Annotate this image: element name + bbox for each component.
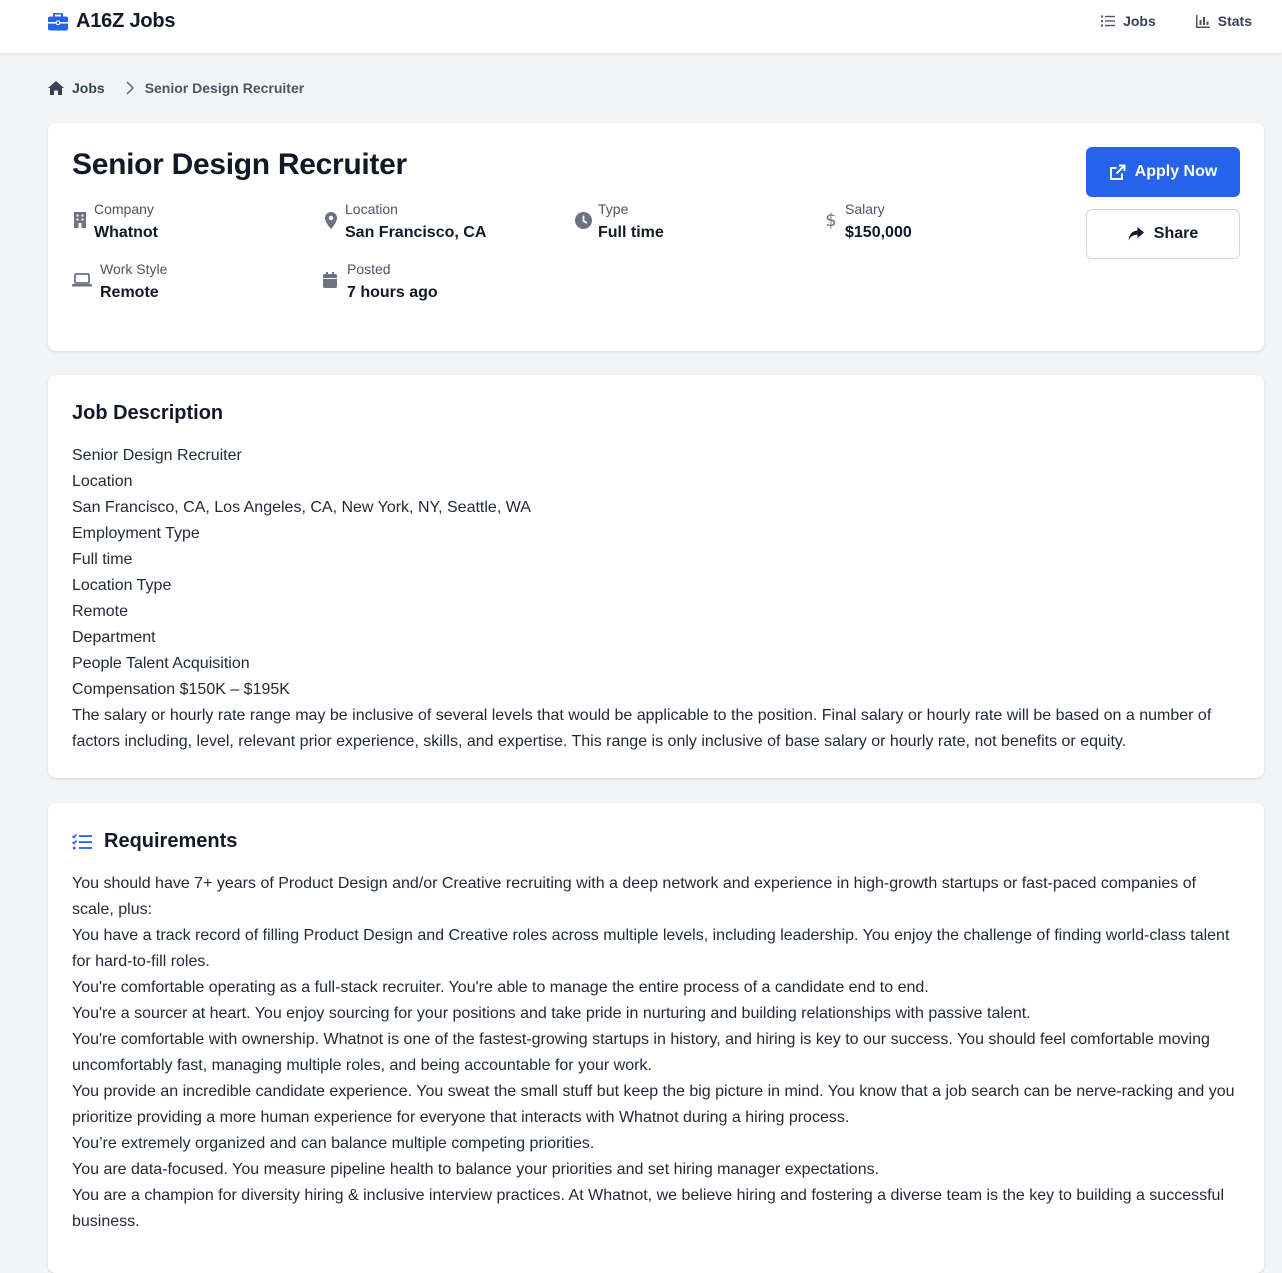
posted-label: Posted <box>347 261 391 277</box>
requirements-title-text: Requirements <box>104 830 238 852</box>
bar-chart-icon <box>1195 14 1210 28</box>
type-label: Type <box>598 201 629 217</box>
nav-stats-label: Stats <box>1217 13 1252 29</box>
description-line: Remote <box>72 603 129 620</box>
meta-salary: $ Salary $150,000 <box>825 201 912 243</box>
posted-value: 7 hours ago <box>347 284 438 301</box>
requirement-line: You are data-focused. You measure pipeli… <box>72 1161 880 1178</box>
breadcrumb-home-link[interactable]: Jobs <box>48 80 105 96</box>
building-icon <box>72 211 88 229</box>
breadcrumb-current: Senior Design Recruiter <box>144 80 305 96</box>
home-icon <box>48 80 64 96</box>
meta-company: Company Whatnot <box>72 201 158 243</box>
description-line: Compensation $150K – $195K <box>72 681 290 698</box>
meta-type: Type Full time <box>574 201 664 243</box>
requirement-line: You're a sourcer at heart. You enjoy sou… <box>72 1005 1031 1022</box>
top-navbar: A16Z Jobs Jobs Stats <box>0 0 1282 54</box>
description-line: Senior Design Recruiter <box>72 447 242 464</box>
map-pin-icon <box>323 211 339 229</box>
salary-label: Salary <box>845 201 885 217</box>
work-style-value: Remote <box>100 284 159 301</box>
share-icon <box>1128 225 1146 243</box>
briefcase-icon <box>48 12 68 32</box>
dollar-icon: $ <box>825 209 837 231</box>
location-label: Location <box>345 201 398 217</box>
salary-value: $150,000 <box>845 224 912 241</box>
breadcrumb: Jobs Senior Design Recruiter <box>48 80 304 96</box>
job-description-body: Senior Design Recruiter Location San Fra… <box>72 443 1242 755</box>
job-description-card: Job Description Senior Design Recruiter … <box>48 375 1264 778</box>
calendar-icon <box>323 271 337 289</box>
chevron-right-icon <box>125 80 141 96</box>
list-icon <box>1101 14 1116 28</box>
share-label: Share <box>1153 225 1199 242</box>
requirement-line: You provide an incredible candidate expe… <box>72 1083 1235 1126</box>
apply-now-label: Apply Now <box>1134 163 1218 180</box>
clock-icon <box>574 211 592 229</box>
requirement-line: You're comfortable with ownership. Whatn… <box>72 1031 1210 1074</box>
requirement-line: You’re extremely organized and can balan… <box>72 1135 595 1152</box>
laptop-icon <box>72 271 92 289</box>
brand-logo[interactable]: A16Z Jobs <box>48 10 176 33</box>
company-value: Whatnot <box>94 224 158 241</box>
meta-work-style: Work Style Remote <box>72 261 167 303</box>
nav-jobs-label: Jobs <box>1123 13 1156 29</box>
description-line: People Talent Acquisition <box>72 655 250 672</box>
nav-item-stats[interactable]: Stats <box>1195 13 1252 29</box>
job-description-title: Job Description <box>72 402 223 425</box>
requirements-body: You should have 7+ years of Product Desi… <box>72 871 1242 1235</box>
requirement-line: You are a champion for diversity hiring … <box>72 1187 1224 1230</box>
meta-location: Location San Francisco, CA <box>323 201 486 243</box>
company-label: Company <box>94 201 154 217</box>
requirements-title: Requirements <box>72 830 237 853</box>
description-line: Department <box>72 629 156 646</box>
job-description-title-text: Job Description <box>72 402 224 424</box>
job-title: Senior Design Recruiter <box>72 148 407 181</box>
top-nav: Jobs Stats <box>1061 13 1252 29</box>
requirement-line: You're comfortable operating as a full-s… <box>72 979 929 996</box>
description-line: San Francisco, CA, Los Angeles, CA, New … <box>72 499 531 516</box>
requirement-line: You should have 7+ years of Product Desi… <box>72 875 1197 918</box>
description-line: Full time <box>72 551 133 568</box>
description-line: The salary or hourly rate range may be i… <box>72 707 1212 750</box>
external-link-icon <box>1109 163 1127 181</box>
share-button[interactable]: Share <box>1086 209 1240 259</box>
type-value: Full time <box>598 224 664 241</box>
nav-item-jobs[interactable]: Jobs <box>1101 13 1156 29</box>
checklist-icon <box>72 833 92 851</box>
apply-now-button[interactable]: Apply Now <box>1086 147 1240 197</box>
description-line: Employment Type <box>72 525 200 542</box>
work-style-label: Work Style <box>100 261 168 277</box>
description-line: Location <box>72 473 133 490</box>
brand-title: A16Z Jobs <box>76 10 176 32</box>
meta-posted: Posted 7 hours ago <box>323 261 438 303</box>
description-line: Location Type <box>72 577 172 594</box>
job-header-card: Senior Design Recruiter Company Whatnot <box>48 123 1264 351</box>
requirement-line: You have a track record of filling Produ… <box>72 927 1230 970</box>
breadcrumb-home-label: Jobs <box>72 80 105 96</box>
location-value: San Francisco, CA <box>345 224 487 241</box>
requirements-card: Requirements You should have 7+ years of… <box>48 803 1264 1273</box>
